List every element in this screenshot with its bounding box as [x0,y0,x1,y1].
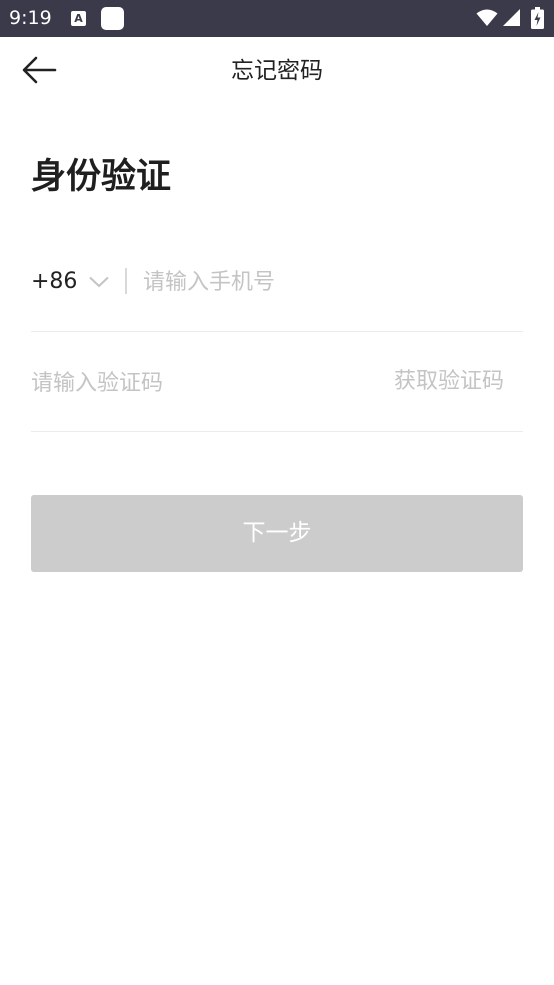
battery-icon [531,7,544,29]
status-bar: 9:19 A [0,0,554,37]
a-notification-icon: A [71,11,86,26]
code-underline [31,431,523,432]
app-bar: 忘记密码 [0,37,554,105]
get-code-button[interactable]: 获取验证码 [394,367,504,397]
identity-verification-heading: 身份验证 [31,157,172,197]
phone-row: +86 [31,258,523,308]
next-button[interactable]: 下一步 [31,495,523,572]
divider [125,268,127,294]
status-time: 9:19 [9,7,52,29]
page-title: 忘记密码 [231,58,323,84]
signal-icon [503,9,520,26]
phone-input[interactable] [143,265,513,299]
wifi-icon [476,9,498,26]
square-notification-icon [101,7,124,30]
chevron-down-icon[interactable] [89,276,109,288]
a-notification-letter: A [74,12,83,25]
country-code[interactable]: +86 [31,268,77,296]
verification-code-input[interactable] [31,365,371,401]
phone-underline [31,331,523,332]
